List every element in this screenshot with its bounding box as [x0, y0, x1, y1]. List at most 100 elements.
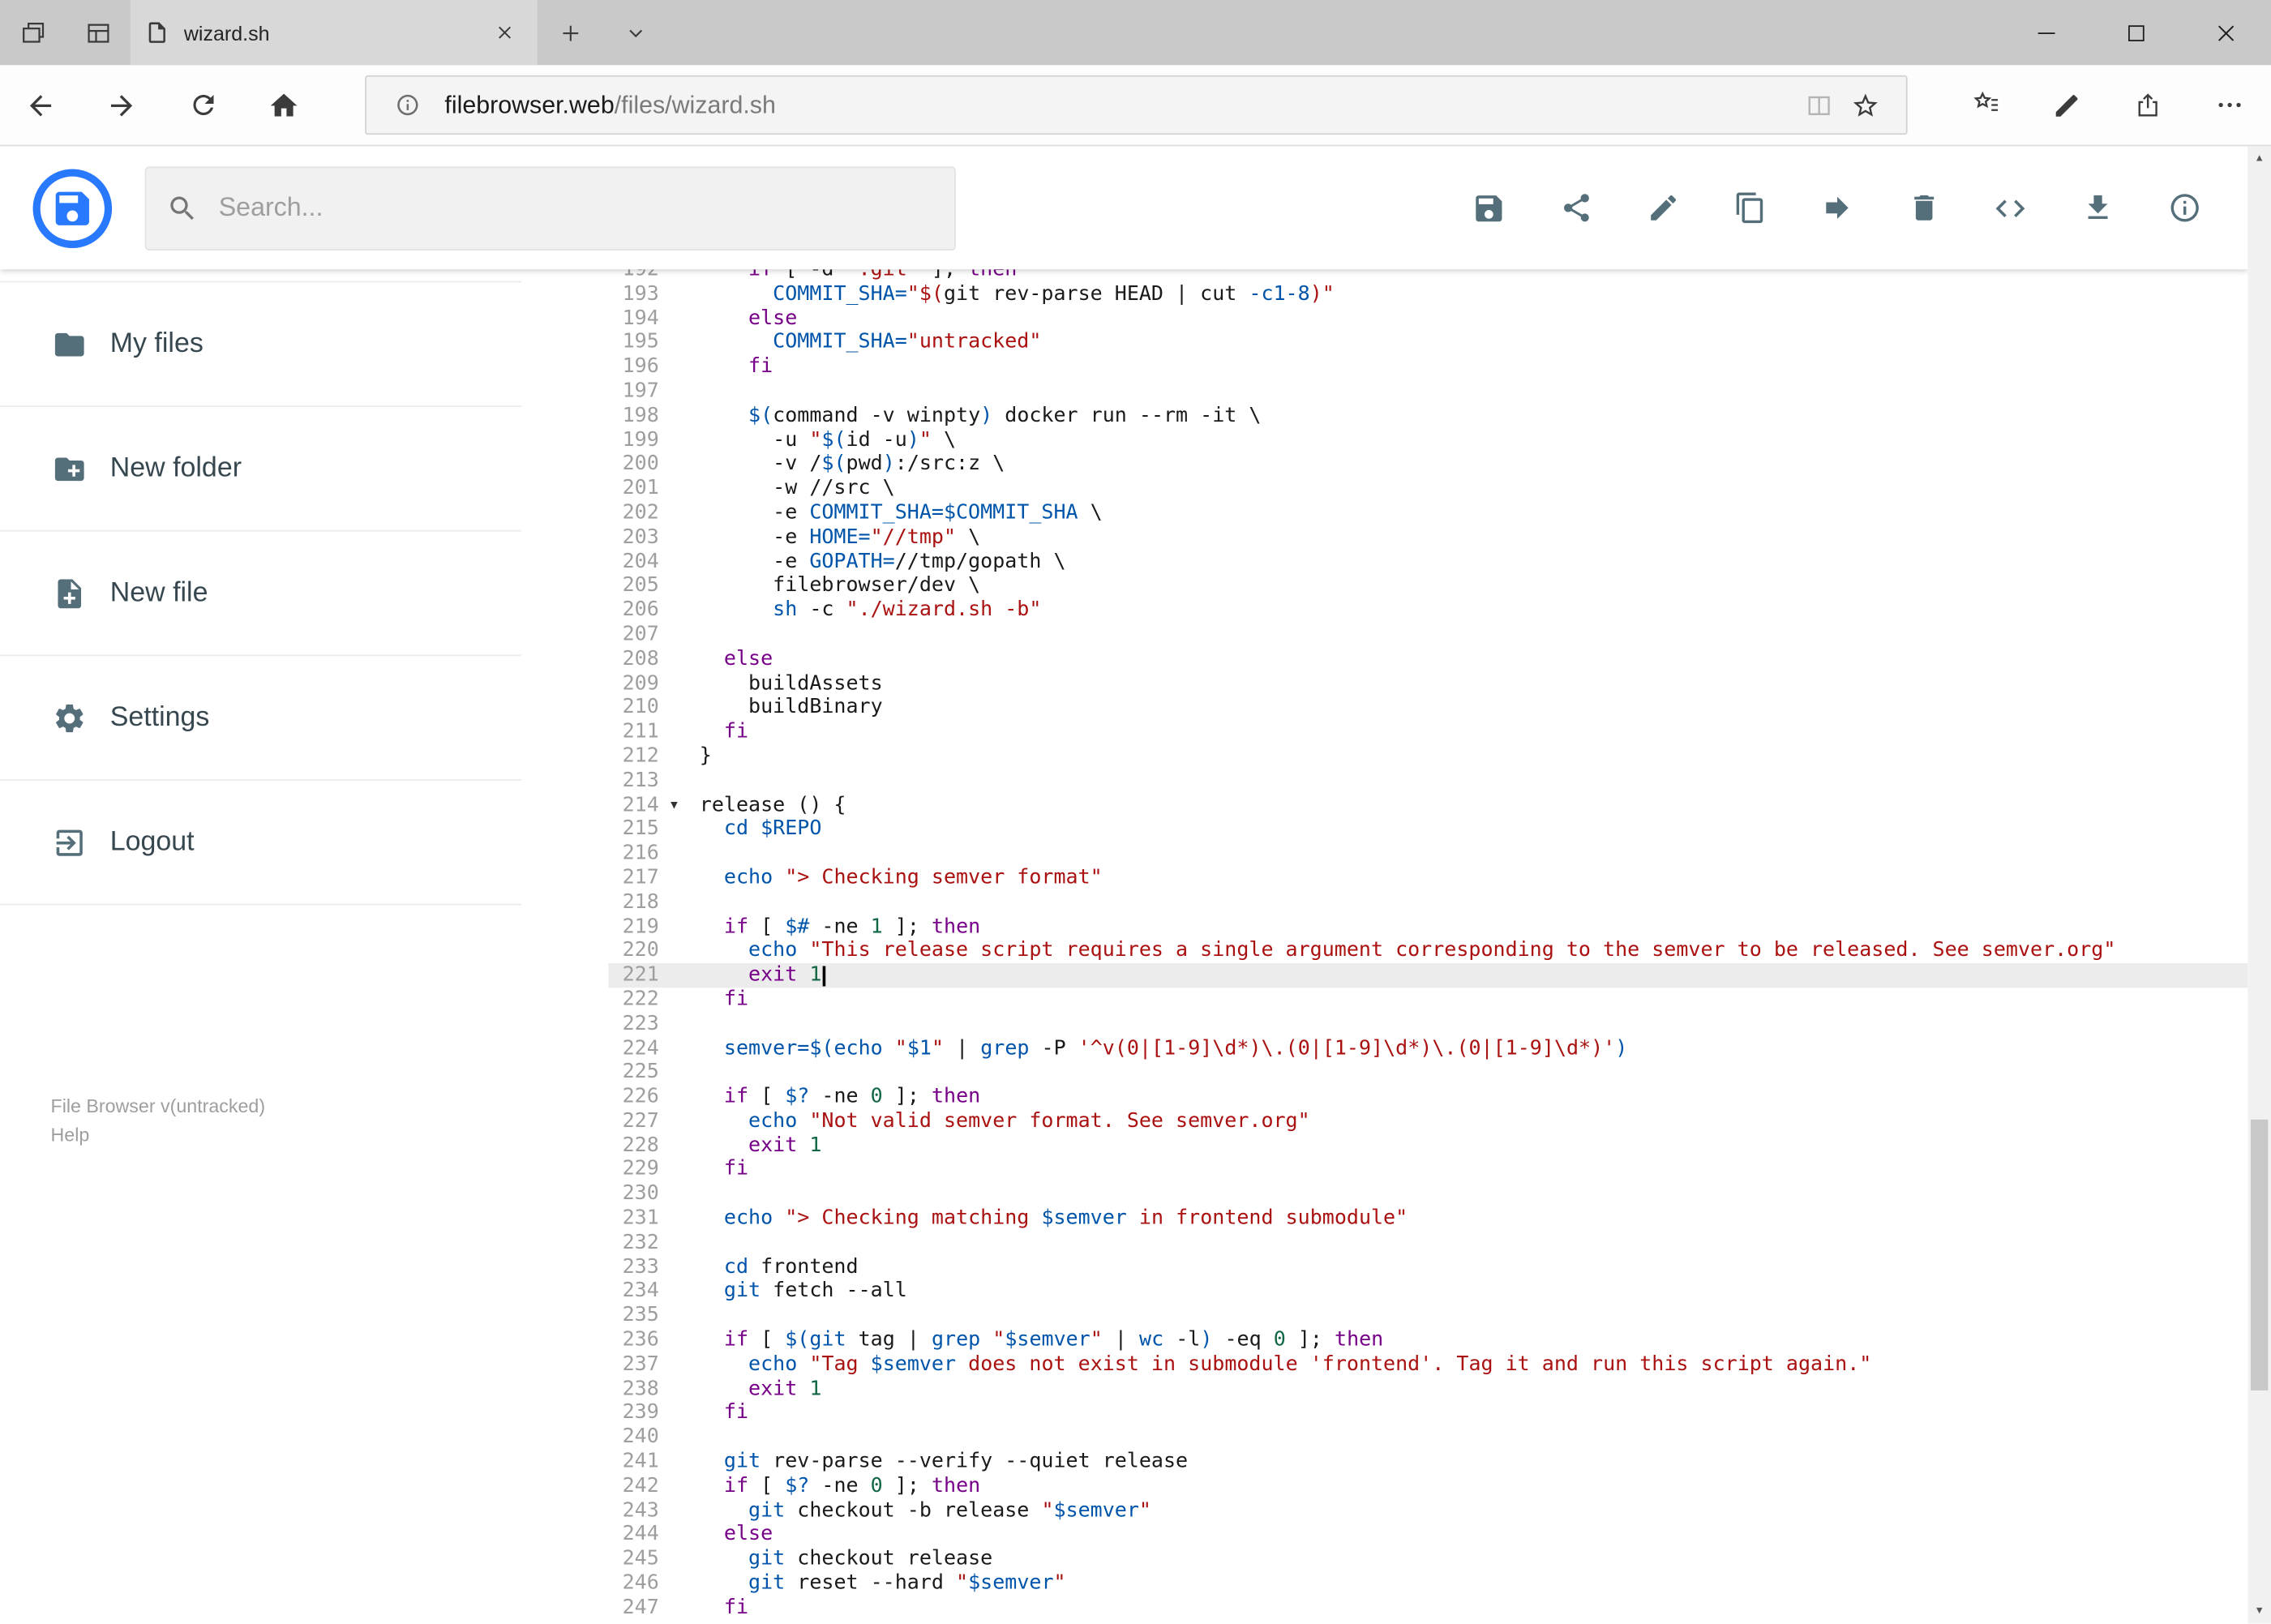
- sidebar-item-my-files[interactable]: My files: [0, 282, 522, 407]
- code-line-206[interactable]: 206 sh -c "./wizard.sh -b": [608, 598, 2247, 623]
- code-line-198[interactable]: 198 $(command -v winpty) docker run --rm…: [608, 404, 2247, 428]
- code-line-192[interactable]: 192 if [ -d ".git" ]; then: [608, 269, 2247, 282]
- maximize-button[interactable]: [2091, 0, 2181, 65]
- code-line-222[interactable]: 222 fi: [608, 988, 2247, 1012]
- back-button[interactable]: [0, 65, 81, 144]
- code-line-239[interactable]: 239 fi: [608, 1401, 2247, 1425]
- reading-view-button[interactable]: [1796, 91, 1842, 120]
- save-button[interactable]: [1446, 165, 1532, 251]
- home-button[interactable]: [243, 65, 324, 144]
- code-line-247[interactable]: 247 fi: [608, 1596, 2247, 1620]
- code-line-212[interactable]: 212}: [608, 744, 2247, 769]
- code-line-217[interactable]: 217 echo "> Checking semver format": [608, 866, 2247, 890]
- set-tabs-aside-button[interactable]: [0, 0, 65, 65]
- search-box[interactable]: [144, 165, 956, 251]
- new-tab-button[interactable]: [538, 0, 602, 65]
- code-line-238[interactable]: 238 exit 1: [608, 1377, 2247, 1401]
- filebrowser-logo[interactable]: [32, 167, 113, 248]
- code-line-200[interactable]: 200 -v /$(pwd):/src:z \: [608, 452, 2247, 477]
- code-line-203[interactable]: 203 -e HOME="//tmp" \: [608, 525, 2247, 550]
- sidebar-item-new-folder[interactable]: New folder: [0, 407, 522, 532]
- code-line-225[interactable]: 225: [608, 1061, 2247, 1085]
- code-line-236[interactable]: 236 if [ $(git tag | grep "$semver" | wc…: [608, 1328, 2247, 1352]
- address-bar[interactable]: filebrowser.web/files/wizard.sh: [365, 75, 1908, 135]
- scroll-up-arrow[interactable]: ▲: [2247, 146, 2271, 170]
- move-button[interactable]: [1793, 165, 1880, 251]
- ink-button[interactable]: [2026, 65, 2107, 144]
- sidebar-item-new-file[interactable]: New file: [0, 532, 522, 657]
- site-info-icon[interactable]: [383, 92, 430, 117]
- code-line-209[interactable]: 209 buildAssets: [608, 671, 2247, 696]
- copy-button[interactable]: [1706, 165, 1793, 251]
- code-line-223[interactable]: 223: [608, 1012, 2247, 1036]
- code-line-244[interactable]: 244 else: [608, 1523, 2247, 1547]
- code-line-204[interactable]: 204 -e GOPATH=//tmp/gopath \: [608, 550, 2247, 574]
- code-line-220[interactable]: 220 echo "This release script requires a…: [608, 939, 2247, 963]
- code-line-199[interactable]: 199 -u "$(id -u)" \: [608, 428, 2247, 452]
- code-line-227[interactable]: 227 echo "Not valid semver format. See s…: [608, 1109, 2247, 1133]
- tabs-set-aside-button[interactable]: [65, 0, 130, 65]
- sidebar-item-settings[interactable]: Settings: [0, 656, 522, 781]
- rename-button[interactable]: [1619, 165, 1706, 251]
- code-line-231[interactable]: 231 echo "> Checking matching $semver in…: [608, 1206, 2247, 1231]
- code-line-194[interactable]: 194 else: [608, 306, 2247, 331]
- forward-button[interactable]: [81, 65, 162, 144]
- code-line-213[interactable]: 213: [608, 769, 2247, 793]
- search-input[interactable]: [216, 191, 935, 225]
- code-line-245[interactable]: 245 git checkout release: [608, 1547, 2247, 1571]
- refresh-button[interactable]: [162, 65, 243, 144]
- code-line-207[interactable]: 207: [608, 623, 2247, 647]
- code-line-201[interactable]: 201 -w //src \: [608, 477, 2247, 501]
- code-line-214[interactable]: 214 ▼ release () {: [608, 793, 2247, 817]
- download-button[interactable]: [2054, 165, 2140, 251]
- code-line-193[interactable]: 193 COMMIT_SHA="$(git rev-parse HEAD | c…: [608, 282, 2247, 306]
- code-line-219[interactable]: 219 if [ $# -ne 1 ]; then: [608, 915, 2247, 939]
- code-line-197[interactable]: 197: [608, 379, 2247, 404]
- code-line-226[interactable]: 226 if [ $? -ne 0 ]; then: [608, 1085, 2247, 1109]
- code-line-202[interactable]: 202 -e COMMIT_SHA=$COMMIT_SHA \: [608, 501, 2247, 525]
- code-line-218[interactable]: 218: [608, 890, 2247, 915]
- tab-preview-button[interactable]: [602, 0, 667, 65]
- code-line-196[interactable]: 196 fi: [608, 355, 2247, 379]
- fold-arrow-icon[interactable]: ▼: [671, 796, 678, 813]
- browser-tab[interactable]: wizard.sh: [130, 0, 538, 66]
- code-line-228[interactable]: 228 exit 1: [608, 1133, 2247, 1158]
- code-line-233[interactable]: 233 cd frontend: [608, 1255, 2247, 1279]
- delete-button[interactable]: [1880, 165, 1967, 251]
- code-line-237[interactable]: 237 echo "Tag $semver does not exist in …: [608, 1352, 2247, 1377]
- code-line-243[interactable]: 243 git checkout -b release "$semver": [608, 1498, 2247, 1523]
- code-line-242[interactable]: 242 if [ $? -ne 0 ]; then: [608, 1474, 2247, 1498]
- code-line-221[interactable]: 221 exit 1: [608, 963, 2248, 988]
- code-line-234[interactable]: 234 git fetch --all: [608, 1279, 2247, 1304]
- more-button[interactable]: [2188, 65, 2269, 144]
- code-line-240[interactable]: 240: [608, 1425, 2247, 1450]
- close-window-button[interactable]: [2181, 0, 2271, 65]
- hub-button[interactable]: [1945, 65, 2026, 144]
- scrollbar-thumb[interactable]: [2250, 1119, 2269, 1390]
- minimize-button[interactable]: [2002, 0, 2092, 65]
- code-line-232[interactable]: 232: [608, 1231, 2247, 1255]
- code-editor[interactable]: 192 if [ -d ".git" ]; then 193 COMMIT_SHA…: [608, 269, 2248, 1624]
- sidebar-item-logout[interactable]: Logout: [0, 781, 522, 906]
- scroll-down-arrow[interactable]: ▼: [2247, 1599, 2271, 1623]
- code-line-224[interactable]: 224 semver=$(echo "$1" | grep -P '^v(0|[…: [608, 1036, 2247, 1061]
- browser-share-button[interactable]: [2107, 65, 2188, 144]
- code-line-210[interactable]: 210 buildBinary: [608, 696, 2247, 720]
- code-line-241[interactable]: 241 git rev-parse --verify --quiet relea…: [608, 1450, 2247, 1474]
- code-line-215[interactable]: 215 cd $REPO: [608, 817, 2247, 842]
- code-line-235[interactable]: 235: [608, 1304, 2247, 1328]
- source-code-button[interactable]: [1967, 165, 2054, 251]
- code-line-229[interactable]: 229 fi: [608, 1158, 2247, 1182]
- favorite-button[interactable]: [1842, 91, 1888, 120]
- code-line-216[interactable]: 216: [608, 842, 2247, 866]
- share-button[interactable]: [1532, 165, 1619, 251]
- code-line-211[interactable]: 211 fi: [608, 720, 2247, 744]
- tab-close-button[interactable]: [485, 14, 522, 51]
- code-line-195[interactable]: 195 COMMIT_SHA="untracked": [608, 331, 2247, 355]
- code-line-230[interactable]: 230: [608, 1182, 2247, 1206]
- code-line-208[interactable]: 208 else: [608, 647, 2247, 671]
- code-line-205[interactable]: 205 filebrowser/dev \: [608, 574, 2247, 598]
- help-link[interactable]: Help: [51, 1121, 266, 1151]
- page-scrollbar[interactable]: ▲ ▼: [2247, 146, 2271, 1624]
- info-button[interactable]: [2140, 165, 2227, 251]
